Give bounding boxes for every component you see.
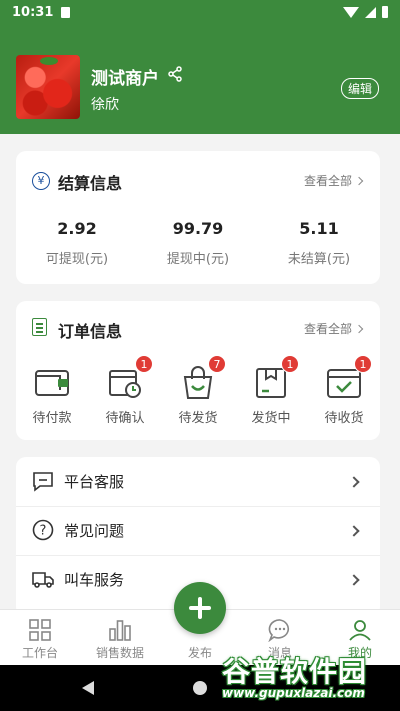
status-icons xyxy=(343,6,388,18)
order-shipping[interactable]: 1 发货中 xyxy=(235,355,307,426)
order-pending-receipt[interactable]: 1 待收货 xyxy=(308,355,380,426)
tab-label: 我的 xyxy=(347,646,372,660)
sd-card-icon xyxy=(61,6,71,18)
menu-label: 常见问题 xyxy=(64,522,125,540)
menu-label: 叫车服务 xyxy=(64,571,125,589)
share-icon[interactable] xyxy=(167,66,183,82)
settle-label: 未结算(元) xyxy=(287,252,351,267)
settle-item-withdrawable[interactable]: 2.92 可提现(元) xyxy=(22,219,132,267)
settle-value: 2.92 xyxy=(57,219,97,238)
settle-label: 可提现(元) xyxy=(45,252,109,267)
orders-title: 订单信息 xyxy=(58,322,123,341)
order-badge: 1 xyxy=(281,355,299,373)
system-nav-bar xyxy=(0,665,400,711)
status-bar: 10:31 xyxy=(0,0,400,24)
profile-header: 测试商户 徐欣 编辑 xyxy=(0,24,400,134)
tab-label: 发布 xyxy=(187,646,212,660)
person-icon xyxy=(349,620,371,641)
order-badge: 7 xyxy=(208,355,226,373)
battery-icon xyxy=(382,6,388,18)
truck-icon xyxy=(32,572,54,588)
settle-value: 5.11 xyxy=(299,219,339,238)
document-icon xyxy=(32,318,47,336)
tab-label: 消息 xyxy=(267,646,292,660)
shop-name: 测试商户 xyxy=(91,69,159,89)
settlement-card: ¥ 结算信息 查看全部 2.92 可提现(元) 99.79 提现中(元) 5.1… xyxy=(16,151,380,284)
check-box-icon: 1 xyxy=(326,355,372,401)
clock-box-icon: 1 xyxy=(107,355,153,401)
tab-messages[interactable]: 消息 xyxy=(240,610,320,666)
settle-item-unsettled[interactable]: 5.11 未结算(元) xyxy=(264,219,374,267)
chevron-right-icon xyxy=(348,524,360,537)
bar-chart-icon xyxy=(109,620,131,641)
wifi-icon xyxy=(343,6,359,18)
settlement-title: 结算信息 xyxy=(58,174,123,193)
grid-icon xyxy=(29,619,51,641)
settle-label: 提现中(元) xyxy=(166,252,230,267)
chevron-right-icon xyxy=(348,573,360,586)
tab-label: 销售数据 xyxy=(95,646,144,660)
order-badge: 1 xyxy=(135,355,153,373)
menu-item-customer-service[interactable]: 平台客服 xyxy=(16,457,380,506)
user-name: 徐欣 xyxy=(91,97,119,113)
order-label: 待收货 xyxy=(324,411,364,426)
order-label: 待确认 xyxy=(105,411,145,426)
order-pending-confirm[interactable]: 1 待确认 xyxy=(89,355,161,426)
chat-box-icon xyxy=(33,472,53,492)
settlement-view-all-link[interactable]: 查看全部 xyxy=(303,172,364,189)
menu-item-faq[interactable]: ? 常见问题 xyxy=(16,506,380,555)
order-pending-payment[interactable]: 待付款 xyxy=(16,365,88,426)
menu-label: 平台客服 xyxy=(64,473,125,491)
wallet-icon xyxy=(34,365,70,401)
orders-view-all-label: 查看全部 xyxy=(303,322,352,336)
order-label: 待发货 xyxy=(178,411,218,426)
package-icon: 1 xyxy=(253,355,299,401)
message-icon xyxy=(268,619,290,642)
tab-label: 工作台 xyxy=(21,646,58,660)
edit-button[interactable]: 编辑 xyxy=(341,78,380,99)
order-label: 发货中 xyxy=(251,411,291,426)
yen-icon: ¥ xyxy=(32,172,50,190)
orders-view-all-link[interactable]: 查看全部 xyxy=(303,320,364,337)
avatar[interactable] xyxy=(16,55,80,119)
publish-plus-button[interactable] xyxy=(174,582,226,634)
tab-mine[interactable]: 我的 xyxy=(320,610,400,666)
question-circle-icon: ? xyxy=(32,519,54,541)
tab-sales-data[interactable]: 销售数据 xyxy=(80,610,160,666)
chevron-right-icon xyxy=(354,176,364,186)
home-icon[interactable] xyxy=(193,681,207,695)
back-icon[interactable] xyxy=(82,681,94,695)
order-label: 待付款 xyxy=(32,411,72,426)
shopping-bag-icon: 7 xyxy=(180,355,226,401)
tab-workbench[interactable]: 工作台 xyxy=(0,610,80,666)
settle-item-withdrawing[interactable]: 99.79 提现中(元) xyxy=(143,219,253,267)
orders-card: 订单信息 查看全部 待付款 1 待确认 7 待发货 1 发货中 1 待收货 xyxy=(16,301,380,440)
chevron-right-icon xyxy=(348,475,360,488)
order-pending-ship[interactable]: 7 待发货 xyxy=(162,355,234,426)
settlement-view-all-label: 查看全部 xyxy=(303,174,352,188)
signal-icon xyxy=(365,6,376,18)
svg-text:?: ? xyxy=(40,524,47,539)
status-time: 10:31 xyxy=(12,4,54,20)
chevron-right-icon xyxy=(354,324,364,334)
settle-value: 99.79 xyxy=(172,219,224,238)
order-badge: 1 xyxy=(354,355,372,373)
